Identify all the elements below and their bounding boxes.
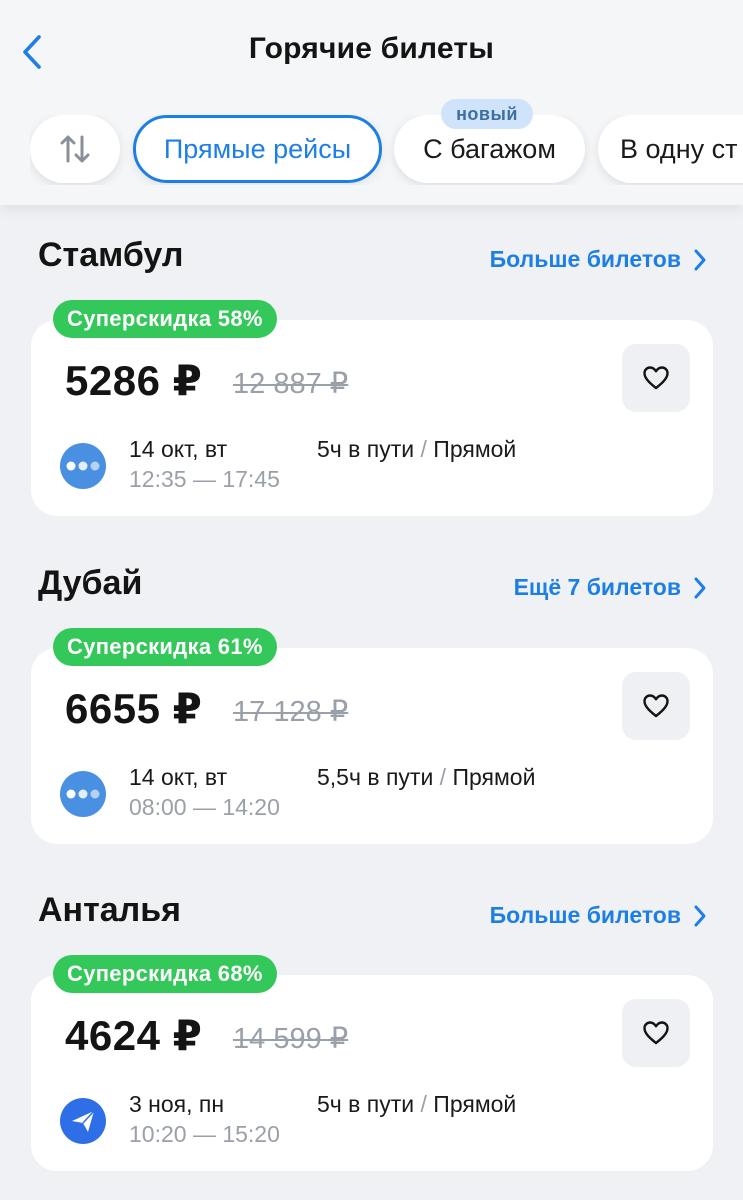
airline-plane-icon bbox=[60, 1098, 106, 1144]
more-tickets-label: Больше билетов bbox=[489, 246, 681, 272]
sort-arrows-icon bbox=[60, 135, 90, 163]
more-tickets-link[interactable]: Больше билетов bbox=[490, 902, 707, 929]
duration-text: 5ч в пути bbox=[317, 1091, 415, 1117]
sort-button[interactable] bbox=[30, 115, 120, 183]
flight-date: 14 окт, вт bbox=[129, 764, 228, 790]
old-price: 17 128 ₽ bbox=[233, 696, 349, 728]
more-tickets-label: Больше билетов bbox=[489, 902, 681, 928]
flight-duration: 5ч в пути / Прямой bbox=[317, 436, 516, 463]
favorite-button[interactable] bbox=[622, 672, 690, 740]
top-bar: Горячие билеты новый Прямые рейсы С бага… bbox=[0, 0, 743, 205]
discount-badge: Суперскидка 58% bbox=[53, 300, 277, 338]
separator: / bbox=[433, 764, 453, 790]
ticket-card[interactable]: 6655 ₽ 17 128 ₽ 14 окт, вт 08:00 — 14:20… bbox=[31, 648, 713, 844]
city-title: Стамбул bbox=[38, 236, 184, 274]
airline-dots-icon bbox=[60, 771, 106, 817]
flight-times: 10:20 — 15:20 bbox=[129, 1121, 280, 1147]
ticket-price: 5286 ₽ bbox=[65, 357, 203, 404]
flight-date: 14 окт, вт bbox=[129, 436, 228, 462]
city-title: Анталья bbox=[38, 891, 181, 929]
separator: / bbox=[414, 436, 434, 462]
chip-direct-flights[interactable]: Прямые рейсы bbox=[133, 115, 382, 183]
heart-icon bbox=[643, 694, 669, 718]
flight-times: 08:00 — 14:20 bbox=[129, 794, 280, 820]
discount-badge: Суперскидка 68% bbox=[53, 955, 277, 993]
separator: / bbox=[414, 1091, 434, 1117]
flight-duration: 5,5ч в пути / Прямой bbox=[317, 764, 535, 791]
flight-duration: 5ч в пути / Прямой bbox=[317, 1091, 516, 1118]
more-tickets-link[interactable]: Больше билетов bbox=[490, 246, 707, 273]
chip-one-way[interactable]: В одну ст bbox=[598, 115, 743, 183]
heart-icon bbox=[643, 366, 669, 390]
ticket-card[interactable]: 4624 ₽ 14 599 ₽ 3 ноя, пн 10:20 — 15:20 … bbox=[31, 975, 713, 1171]
duration-text: 5,5ч в пути bbox=[317, 764, 434, 790]
favorite-button[interactable] bbox=[622, 999, 690, 1067]
flight-type: Прямой bbox=[452, 764, 536, 790]
ticket-price: 6655 ₽ bbox=[65, 685, 203, 732]
page-title: Горячие билеты bbox=[248, 32, 495, 65]
favorite-button[interactable] bbox=[622, 344, 690, 412]
city-title: Дубай bbox=[38, 564, 143, 602]
flight-times: 12:35 — 17:45 bbox=[129, 466, 280, 492]
new-badge: новый bbox=[441, 99, 533, 129]
discount-badge: Суперскидка 61% bbox=[53, 628, 277, 666]
flight-date: 3 ноя, пн bbox=[129, 1091, 225, 1117]
chevron-right-icon bbox=[694, 249, 706, 270]
more-tickets-link[interactable]: Ещё 7 билетов bbox=[514, 574, 707, 601]
flight-type: Прямой bbox=[433, 1091, 517, 1117]
more-tickets-label: Ещё 7 билетов bbox=[513, 574, 681, 600]
heart-icon bbox=[643, 1021, 669, 1045]
filter-chips: Прямые рейсы С багажом В одну ст bbox=[30, 115, 743, 185]
chevron-right-icon bbox=[694, 905, 706, 926]
ticket-price: 4624 ₽ bbox=[65, 1012, 203, 1059]
airline-dots-icon bbox=[60, 443, 106, 489]
flight-type: Прямой bbox=[433, 436, 517, 462]
ticket-card[interactable]: 5286 ₽ 12 887 ₽ 14 окт, вт 12:35 — 17:45… bbox=[31, 320, 713, 516]
old-price: 14 599 ₽ bbox=[233, 1023, 349, 1055]
chevron-right-icon bbox=[694, 577, 706, 598]
old-price: 12 887 ₽ bbox=[233, 368, 349, 400]
duration-text: 5ч в пути bbox=[317, 436, 415, 462]
